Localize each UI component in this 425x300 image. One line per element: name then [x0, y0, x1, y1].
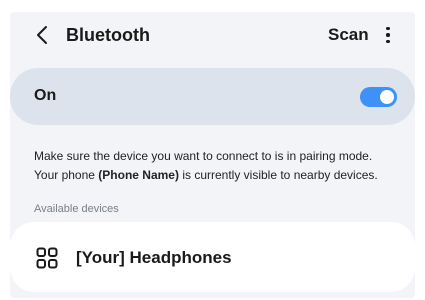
info-line-2-prefix: Your phone	[34, 168, 99, 182]
scan-button[interactable]: Scan	[328, 24, 369, 46]
device-list-item[interactable]: [Your] Headphones	[10, 222, 415, 292]
more-vertical-icon-dot	[386, 33, 390, 37]
page-title: Bluetooth	[66, 25, 150, 45]
more-vertical-icon-dot	[386, 26, 390, 31]
back-button[interactable]	[32, 22, 52, 48]
more-vertical-icon-dot	[386, 39, 390, 44]
bluetooth-status-label: On	[34, 87, 57, 104]
bluetooth-toggle-row[interactable]: On	[10, 68, 415, 125]
app-bar: Bluetooth Scan	[10, 12, 415, 58]
switch-knob	[380, 90, 394, 104]
info-line-1: Make sure the device you want to connect…	[34, 149, 373, 163]
bluetooth-settings-screen: Bluetooth Scan On Make sure the device y…	[10, 12, 415, 298]
phone-name: (Phone Name)	[98, 168, 179, 182]
info-line-2: Your phone (Phone Name) is currently vis…	[34, 166, 409, 185]
pairing-info-text: Make sure the device you want to connect…	[34, 147, 409, 185]
chevron-left-icon	[37, 26, 47, 44]
device-grid-icon	[36, 247, 58, 269]
more-options-button[interactable]	[382, 23, 394, 47]
bluetooth-switch[interactable]	[360, 87, 397, 107]
info-line-2-suffix: is currently visible to nearby devices.	[178, 168, 378, 182]
device-name: [Your] Headphones	[76, 248, 232, 267]
available-devices-header: Available devices	[34, 203, 119, 215]
